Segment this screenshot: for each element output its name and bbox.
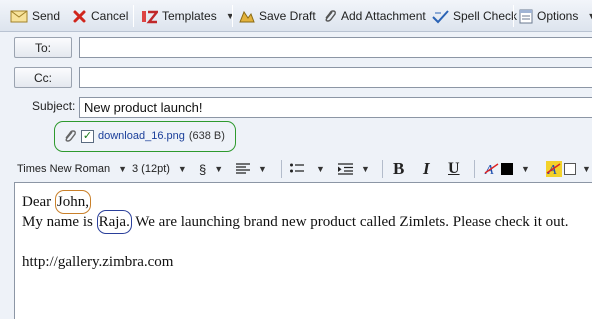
align-select[interactable]: ▼ <box>236 160 267 178</box>
options-button[interactable]: Options ▼ <box>519 6 592 26</box>
to-button[interactable]: To: <box>14 37 72 58</box>
spell-check-button[interactable]: Spell Check <box>432 6 517 26</box>
compose-toolbar: Send Cancel Templates ▼ Save Draft Add A… <box>0 0 592 32</box>
cc-field[interactable] <box>79 67 592 88</box>
toolbar-separator <box>232 5 233 27</box>
toolbar-separator <box>513 5 514 27</box>
font-size-value: 3 (12pt) <box>132 163 170 175</box>
cc-button[interactable]: Cc: <box>14 67 72 88</box>
list-select[interactable]: ▼ <box>290 160 325 178</box>
send-button[interactable]: Send <box>10 6 60 26</box>
save-draft-label: Save Draft <box>259 9 316 23</box>
section-icon: § <box>199 161 207 177</box>
text-color-select[interactable]: A ▼ <box>484 160 530 178</box>
templates-button[interactable]: Templates ▼ <box>142 6 235 26</box>
templates-label: Templates <box>162 9 217 23</box>
align-left-icon <box>236 163 250 175</box>
highlight-color-swatch <box>564 163 576 175</box>
underline-button[interactable]: U <box>448 160 460 178</box>
italic-icon: I <box>423 159 430 178</box>
close-icon <box>72 9 87 24</box>
italic-button[interactable]: I <box>423 159 430 178</box>
chevron-down-icon: ▼ <box>521 164 530 174</box>
font-family-value: Times New Roman <box>17 163 111 175</box>
subject-field[interactable]: New product launch! <box>79 97 592 118</box>
to-field[interactable] <box>79 37 592 58</box>
add-attachment-label: Add Attachment <box>341 9 426 23</box>
chevron-down-icon[interactable]: ▼ <box>226 11 235 21</box>
attachment-filename[interactable]: download_16.png <box>98 130 185 142</box>
toolbar-separator <box>281 160 282 178</box>
chevron-down-icon: ▼ <box>214 164 224 174</box>
text-color-swatch <box>501 163 513 175</box>
toolbar-separator <box>382 160 383 178</box>
paperclip-icon <box>63 129 77 144</box>
intro-prefix: My name is <box>22 214 97 230</box>
bold-button[interactable]: B <box>393 159 405 178</box>
sender-name-highlight[interactable]: Raja. <box>96 210 132 234</box>
font-family-select[interactable]: Times New Roman ▼ <box>17 160 127 178</box>
format-toolbar: Times New Roman ▼ 3 (12pt) ▼ § ▼ ▼ ▼ ▼ B… <box>0 156 592 182</box>
send-label: Send <box>32 9 61 23</box>
body-line-intro: My name is Raja. We are launching brand … <box>22 210 569 234</box>
options-label: Options <box>537 9 579 23</box>
indent-select[interactable]: ▼ <box>338 160 370 178</box>
subject-label: Subject: <box>32 99 76 113</box>
chevron-down-icon: ▼ <box>258 164 267 174</box>
text-color-icon: A <box>484 161 500 178</box>
body-line-link: http://gallery.zimbra.com <box>22 254 174 270</box>
toolbar-separator <box>133 5 134 27</box>
message-body-editor[interactable]: Dear John, My name is Raja. We are launc… <box>14 182 592 319</box>
save-draft-icon <box>239 9 255 24</box>
attachment-item: ✓ download_16.png (638 B) <box>63 128 225 144</box>
underline-icon: U <box>448 160 460 177</box>
font-size-select[interactable]: 3 (12pt) ▼ <box>132 160 187 178</box>
cancel-label: Cancel <box>91 9 129 23</box>
toolbar-separator <box>474 160 475 178</box>
chevron-down-icon[interactable]: ▼ <box>587 11 592 21</box>
options-icon <box>519 9 533 24</box>
cancel-button[interactable]: Cancel <box>72 6 128 26</box>
body-line-greeting: Dear John, <box>22 190 91 214</box>
paragraph-style-select[interactable]: § ▼ <box>199 160 223 178</box>
bold-icon: B <box>393 159 405 178</box>
chevron-down-icon: ▼ <box>118 164 128 174</box>
attachment-size: (638 B) <box>188 130 225 142</box>
greeting-prefix: Dear <box>22 194 55 210</box>
zimlet-icon <box>142 9 160 24</box>
attachment-checkbox[interactable]: ✓ <box>81 129 94 143</box>
bullet-list-icon <box>290 163 304 175</box>
envelope-icon <box>10 9 28 23</box>
highlight-icon: A <box>546 161 562 178</box>
save-draft-button[interactable]: Save Draft <box>239 6 316 26</box>
paperclip-icon <box>323 9 337 24</box>
highlight-color-select[interactable]: A ▼ <box>546 160 591 178</box>
spell-check-label: Spell Check <box>453 9 518 23</box>
intro-suffix: We are launching brand new product calle… <box>131 214 569 230</box>
chevron-down-icon: ▼ <box>316 164 325 174</box>
add-attachment-button[interactable]: Add Attachment <box>323 6 426 26</box>
spell-check-icon <box>432 9 449 24</box>
chevron-down-icon: ▼ <box>177 164 187 174</box>
indent-icon <box>338 163 353 175</box>
chevron-down-icon: ▼ <box>361 164 370 174</box>
recipient-name-highlight[interactable]: John, <box>54 190 91 214</box>
chevron-down-icon: ▼ <box>582 164 591 174</box>
